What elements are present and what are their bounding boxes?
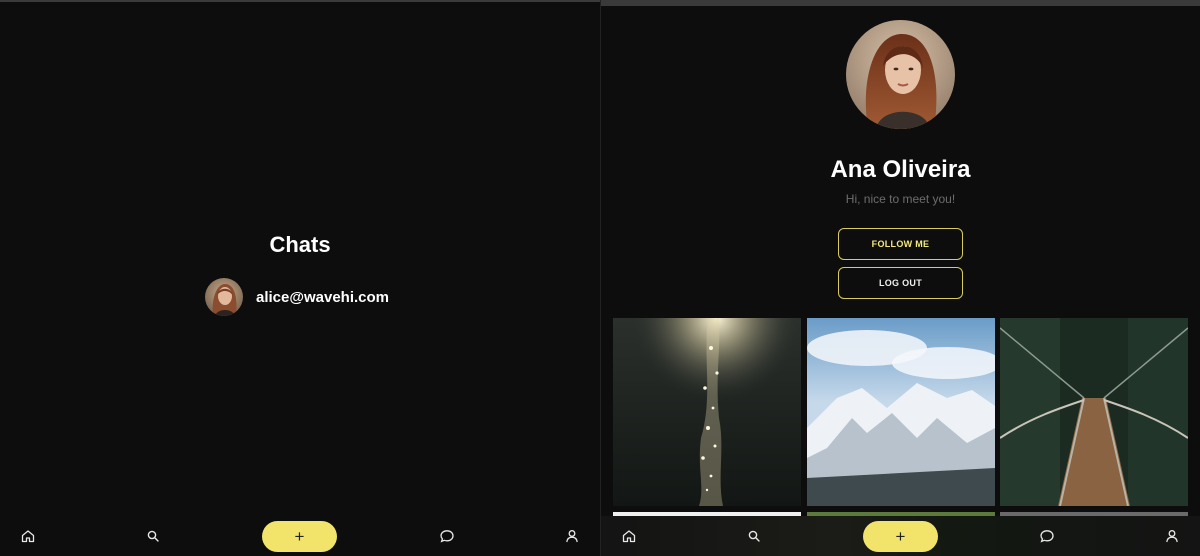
- home-icon[interactable]: [621, 528, 637, 544]
- snowy-mountains-photo[interactable]: [807, 318, 995, 506]
- profile-avatar: [846, 20, 955, 129]
- profile-name: Ana Oliveira: [830, 156, 971, 183]
- page-title: Chats: [269, 232, 331, 257]
- chat-email: alice@wavehi.com: [256, 288, 390, 306]
- user-icon[interactable]: [564, 528, 580, 544]
- search-icon[interactable]: [746, 528, 762, 544]
- profile-bio: Hi, nice to meet you!: [845, 192, 956, 206]
- chat-bubble-icon[interactable]: [439, 528, 455, 544]
- follow-button[interactable]: FOLLOW ME: [838, 228, 963, 260]
- add-button[interactable]: +: [863, 521, 938, 552]
- sunlight-on-water-photo[interactable]: [613, 318, 801, 506]
- suspension-bridge-forest-photo[interactable]: [1000, 318, 1188, 506]
- bottom-nav: +: [601, 516, 1200, 556]
- avatar: [205, 278, 243, 316]
- logout-button[interactable]: LOG OUT: [838, 267, 963, 299]
- bottom-nav: +: [0, 516, 600, 556]
- chats-screen: Chats alice@wavehi.com +: [0, 0, 600, 556]
- search-icon[interactable]: [145, 528, 161, 544]
- user-icon[interactable]: [1164, 528, 1180, 544]
- chat-list-item[interactable]: alice@wavehi.com: [205, 278, 389, 316]
- chat-bubble-icon[interactable]: [1039, 528, 1055, 544]
- add-button[interactable]: +: [262, 521, 337, 552]
- profile-screen: Ana Oliveira Hi, nice to meet you! FOLLO…: [601, 0, 1200, 556]
- home-icon[interactable]: [20, 528, 36, 544]
